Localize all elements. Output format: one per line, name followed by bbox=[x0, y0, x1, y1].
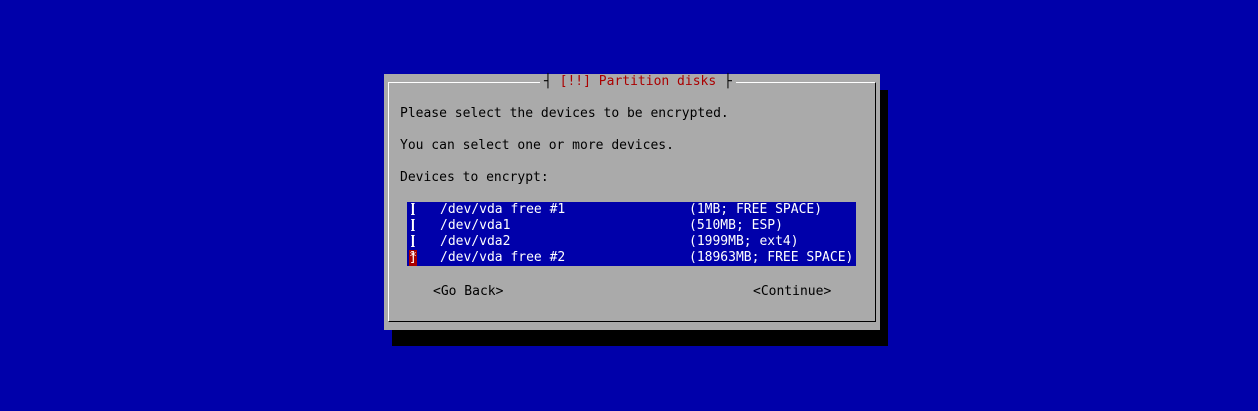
device-row-vda-free-1[interactable]: [ ] /dev/vda free #1 (1MB; FREE SPACE) bbox=[407, 202, 856, 218]
device-name: /dev/vda free #1 bbox=[440, 202, 566, 217]
title-left-bar: ┤ bbox=[544, 74, 552, 89]
dialog-title-text: [!!] Partition disks bbox=[559, 74, 717, 89]
go-back-button[interactable]: <Go Back> bbox=[433, 284, 503, 300]
device-name: /dev/vda2 bbox=[440, 234, 511, 249]
device-info: (1999MB; ext4) bbox=[689, 234, 799, 249]
device-row-vda-free-2[interactable]: [*] /dev/vda free #2 (18963MB; FREE SPAC… bbox=[407, 250, 856, 266]
device-row-vda2[interactable]: [ ] /dev/vda2 (1999MB; ext4) bbox=[407, 234, 856, 250]
device-info: (18963MB; FREE SPACE) bbox=[689, 250, 854, 265]
device-name: /dev/vda1 bbox=[440, 218, 511, 233]
devices-label: Devices to encrypt: bbox=[400, 170, 549, 185]
device-row-vda1[interactable]: [ ] /dev/vda1 (510MB; ESP) bbox=[407, 218, 856, 234]
instruction-text: Please select the devices to be encrypte… bbox=[400, 106, 729, 121]
dialog-title: ┤ [!!] Partition disks ├ bbox=[540, 74, 736, 90]
device-list[interactable]: [ ] /dev/vda free #1 (1MB; FREE SPACE) [… bbox=[407, 202, 856, 266]
title-right-bar: ├ bbox=[724, 74, 732, 89]
continue-button[interactable]: <Continue> bbox=[753, 284, 831, 300]
hint-text: You can select one or more devices. bbox=[400, 138, 674, 153]
device-info: (510MB; ESP) bbox=[689, 218, 783, 233]
partition-dialog: ┤ [!!] Partition disks ├ Please select t… bbox=[384, 74, 880, 330]
device-info: (1MB; FREE SPACE) bbox=[689, 202, 823, 217]
device-name: /dev/vda free #2 bbox=[440, 250, 566, 265]
